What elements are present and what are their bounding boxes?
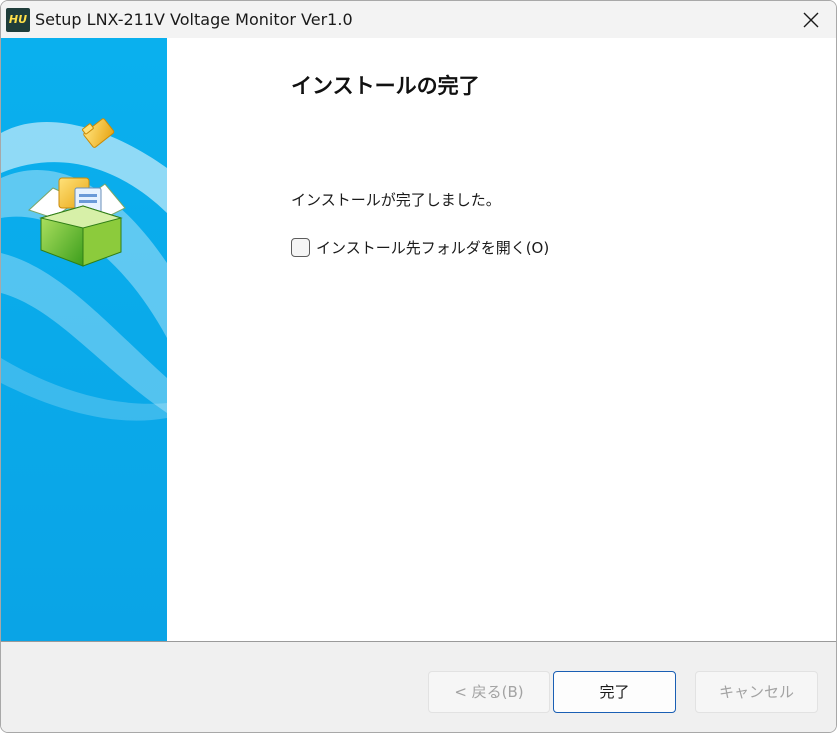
wizard-banner [1, 38, 167, 641]
close-button[interactable] [786, 1, 836, 38]
open-folder-label[interactable]: インストール先フォルダを開く(O) [316, 237, 549, 258]
cancel-button[interactable]: キャンセル [695, 671, 818, 713]
app-icon: HU [6, 8, 30, 32]
completion-message: インストールが完了しました。 [291, 191, 501, 209]
page-title: インストールの完了 [291, 74, 480, 98]
setup-window: HU Setup LNX-211V Voltage Monitor Ver1.0 [0, 0, 837, 733]
close-icon [803, 12, 819, 27]
finish-button[interactable]: 完了 [553, 671, 676, 713]
app-icon-text: HU [8, 13, 28, 26]
button-bar: < 戻る(B) 完了 キャンセル [1, 641, 836, 732]
open-folder-checkbox[interactable] [291, 238, 310, 257]
back-button[interactable]: < 戻る(B) [428, 671, 550, 713]
content-panel: インストールの完了 インストールが完了しました。 インストール先フォルダを開く(… [167, 38, 836, 641]
window-title: Setup LNX-211V Voltage Monitor Ver1.0 [35, 10, 353, 29]
open-folder-option[interactable]: インストール先フォルダを開く(O) [291, 237, 549, 258]
title-bar: HU Setup LNX-211V Voltage Monitor Ver1.0 [1, 1, 836, 38]
